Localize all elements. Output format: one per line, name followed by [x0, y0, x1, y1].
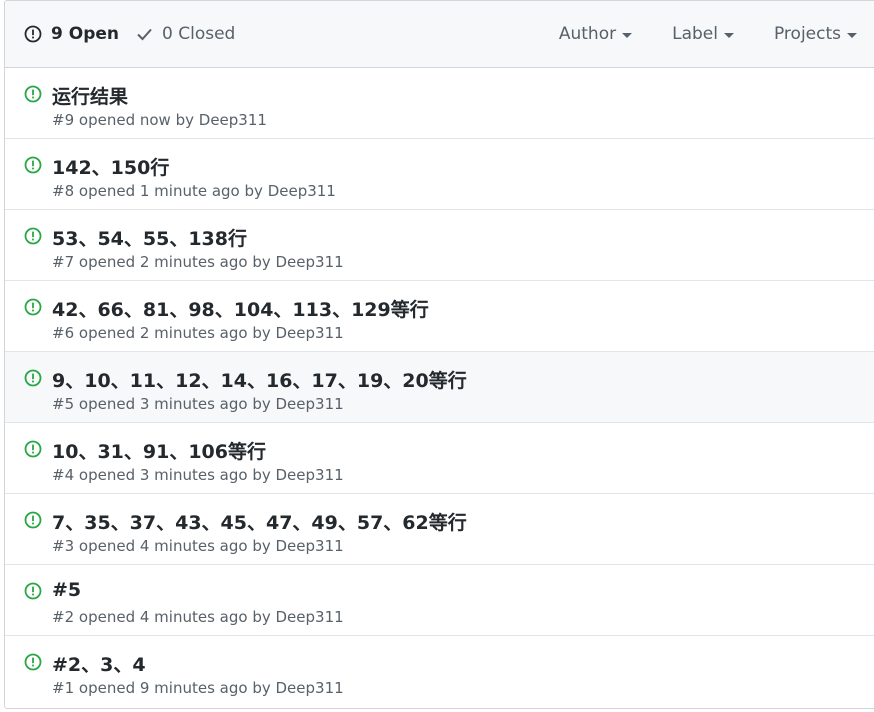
- issue-title-link[interactable]: 10、31、91、106等行: [52, 437, 266, 464]
- issue-opened-icon: [24, 85, 42, 103]
- issue-row[interactable]: 142、150行 #8 opened 1 minute ago by Deep3…: [5, 139, 874, 210]
- issue-meta: #8 opened 1 minute ago by Deep311: [52, 182, 336, 200]
- issue-opened-icon: [24, 25, 42, 43]
- issue-meta: #1 opened 9 minutes ago by Deep311: [52, 679, 344, 697]
- caret-down-icon: [847, 32, 857, 38]
- issue-title-link[interactable]: 142、150行: [52, 153, 169, 180]
- issue-author-link[interactable]: Deep311: [276, 608, 344, 626]
- closed-issues-toggle[interactable]: 0 Closed: [136, 24, 235, 44]
- issue-author-link[interactable]: Deep311: [276, 679, 344, 697]
- author-filter-label: Author: [558, 24, 617, 44]
- issue-row[interactable]: 53、54、55、138行 #7 opened 2 minutes ago by…: [5, 210, 874, 281]
- issue-number: #3: [52, 537, 75, 555]
- author-filter[interactable]: Author: [558, 24, 633, 44]
- issue-row[interactable]: 9、10、11、12、14、16、17、19、20等行 #5 opened 3 …: [5, 352, 874, 423]
- issue-opened-text: opened 4 minutes ago by: [78, 537, 271, 555]
- issue-meta: #9 opened now by Deep311: [52, 111, 267, 129]
- issue-number: #1: [52, 679, 75, 697]
- issue-number: #4: [52, 466, 75, 484]
- issue-number: #5: [52, 395, 75, 413]
- check-icon: [136, 27, 153, 41]
- issue-opened-text: opened 4 minutes ago by: [78, 608, 271, 626]
- issue-row[interactable]: 10、31、91、106等行 #4 opened 3 minutes ago b…: [5, 423, 874, 494]
- issue-opened-text: opened 1 minute ago by: [78, 182, 263, 200]
- issue-meta: #3 opened 4 minutes ago by Deep311: [52, 537, 344, 555]
- issue-opened-text: opened 3 minutes ago by: [78, 395, 271, 413]
- issue-title-link[interactable]: 42、66、81、98、104、113、129等行: [52, 295, 429, 322]
- projects-filter-label: Projects: [773, 24, 841, 44]
- issue-title-link[interactable]: #5: [52, 579, 81, 601]
- issue-author-link[interactable]: Deep311: [276, 537, 344, 555]
- issue-opened-icon: [24, 156, 42, 174]
- issue-meta: #6 opened 2 minutes ago by Deep311: [52, 324, 344, 342]
- issue-row[interactable]: 运行结果 #9 opened now by Deep311: [5, 68, 874, 139]
- caret-down-icon: [723, 32, 734, 38]
- issue-meta: #7 opened 2 minutes ago by Deep311: [52, 253, 344, 271]
- issue-author-link[interactable]: Deep311: [268, 182, 336, 200]
- issue-opened-icon: [24, 298, 42, 316]
- issue-opened-icon: [24, 653, 42, 671]
- issue-author-link[interactable]: Deep311: [276, 253, 344, 271]
- issue-row[interactable]: #2、3、4 #1 opened 9 minutes ago by Deep31…: [5, 636, 874, 707]
- issue-opened-text: opened now by: [78, 111, 194, 129]
- issue-title-link[interactable]: #2、3、4: [52, 650, 146, 677]
- caret-down-icon: [622, 32, 633, 38]
- issue-number: #6: [52, 324, 75, 342]
- issue-number: #9: [52, 111, 75, 129]
- state-toggle: 9 Open 0 Closed: [24, 1, 235, 67]
- filter-bar: Author Label Projects: [519, 1, 857, 67]
- issue-title-link[interactable]: 9、10、11、12、14、16、17、19、20等行: [52, 366, 467, 393]
- issues-box: 9 Open 0 Closed Author Label Projects 运行…: [4, 0, 874, 709]
- closed-count-label: 0 Closed: [162, 24, 236, 44]
- issue-title-link[interactable]: 53、54、55、138行: [52, 224, 247, 251]
- issue-number: #2: [52, 608, 75, 626]
- issue-number: #7: [52, 253, 75, 271]
- label-filter[interactable]: Label: [672, 24, 734, 44]
- issue-meta: #4 opened 3 minutes ago by Deep311: [52, 466, 344, 484]
- issue-meta: #5 opened 3 minutes ago by Deep311: [52, 395, 344, 413]
- issue-row[interactable]: 7、35、37、43、45、47、49、57、62等行 #3 opened 4 …: [5, 494, 874, 565]
- issue-number: #8: [52, 182, 75, 200]
- issue-title-link[interactable]: 7、35、37、43、45、47、49、57、62等行: [52, 508, 467, 535]
- issue-opened-icon: [24, 369, 42, 387]
- issue-title-link[interactable]: 运行结果: [52, 82, 128, 109]
- issue-opened-text: opened 9 minutes ago by: [78, 679, 271, 697]
- issue-opened-icon: [24, 582, 42, 600]
- issue-opened-text: opened 3 minutes ago by: [78, 466, 271, 484]
- open-issues-toggle[interactable]: 9 Open: [24, 24, 119, 44]
- open-count-label: 9 Open: [51, 24, 119, 44]
- issue-opened-icon: [24, 440, 42, 458]
- projects-filter[interactable]: Projects: [774, 24, 857, 44]
- issue-row[interactable]: 42、66、81、98、104、113、129等行 #6 opened 2 mi…: [5, 281, 874, 352]
- issue-author-link[interactable]: Deep311: [276, 466, 344, 484]
- issue-author-link[interactable]: Deep311: [276, 324, 344, 342]
- issue-list: 运行结果 #9 opened now by Deep311 142、150行 #…: [5, 68, 874, 707]
- issue-opened-icon: [24, 511, 42, 529]
- issue-opened-text: opened 2 minutes ago by: [78, 324, 271, 342]
- issue-author-link[interactable]: Deep311: [276, 395, 344, 413]
- issue-row[interactable]: #5 #2 opened 4 minutes ago by Deep311: [5, 565, 874, 636]
- issues-header: 9 Open 0 Closed Author Label Projects: [5, 1, 874, 68]
- issue-author-link[interactable]: Deep311: [199, 111, 267, 129]
- issue-opened-icon: [24, 227, 42, 245]
- issue-meta: #2 opened 4 minutes ago by Deep311: [52, 608, 344, 626]
- label-filter-label: Label: [672, 24, 718, 44]
- issue-opened-text: opened 2 minutes ago by: [78, 253, 271, 271]
